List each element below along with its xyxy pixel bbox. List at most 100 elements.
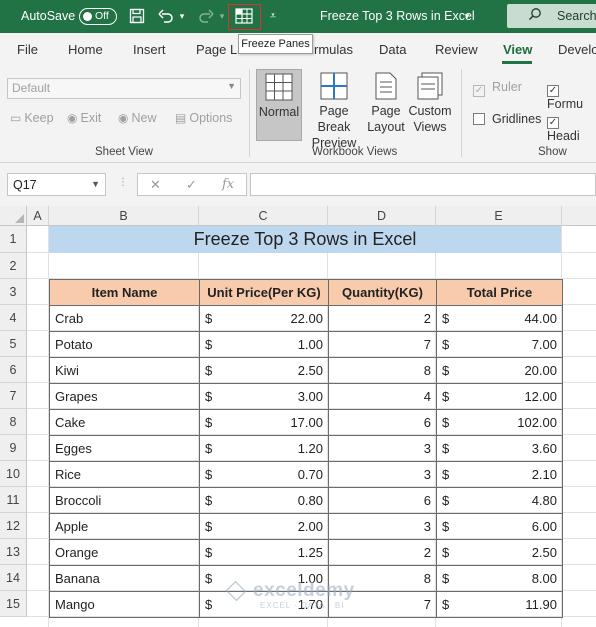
item-name-cell[interactable]: Cake <box>49 409 200 436</box>
exit-button[interactable]: ◉ Exit <box>67 111 101 125</box>
unit-price-cell[interactable]: $1.00 <box>199 331 329 358</box>
quantity-cell[interactable]: 4 <box>328 383 437 410</box>
item-name-cell[interactable]: Grapes <box>49 383 200 410</box>
customize-toolbar-icon[interactable]: ⩡ <box>266 6 280 26</box>
tab-review[interactable]: Review <box>435 42 478 57</box>
row-header-14[interactable]: 14 <box>0 565 27 591</box>
tab-insert[interactable]: Insert <box>133 42 166 57</box>
quantity-cell[interactable]: 3 <box>328 461 437 488</box>
insert-function-icon[interactable]: fx <box>222 177 234 192</box>
tab-data[interactable]: Data <box>379 42 406 57</box>
item-name-cell[interactable]: Kiwi <box>49 357 200 384</box>
sheet-title[interactable]: Freeze Top 3 Rows in Excel <box>49 226 561 253</box>
resize-handle-icon[interactable]: ⋮ <box>118 177 128 188</box>
row-header-6[interactable]: 6 <box>0 357 27 383</box>
row-header-13[interactable]: 13 <box>0 539 27 565</box>
row-header-8[interactable]: 8 <box>0 409 27 435</box>
select-all-button[interactable] <box>0 206 27 226</box>
column-header-a[interactable]: A <box>27 206 49 226</box>
total-price-cell[interactable]: $102.00 <box>436 409 563 436</box>
formula-bar-checkbox[interactable]: ✓Formu <box>547 80 596 111</box>
unit-price-cell[interactable]: $17.00 <box>199 409 329 436</box>
row-header-2[interactable]: 2 <box>0 253 27 279</box>
normal-view-button[interactable]: Normal <box>256 69 302 141</box>
header-item-name[interactable]: Item Name <box>49 279 200 306</box>
item-name-cell[interactable]: Banana <box>49 565 200 592</box>
redo-dropdown-icon[interactable]: ▾ <box>217 6 227 26</box>
total-price-cell[interactable]: $12.00 <box>436 383 563 410</box>
cancel-icon[interactable]: ✕ <box>150 177 161 193</box>
undo-dropdown-icon[interactable]: ▾ <box>177 6 187 26</box>
item-name-cell[interactable]: Apple <box>49 513 200 540</box>
gridlines-checkbox[interactable]: Gridlines <box>473 112 541 126</box>
quantity-cell[interactable]: 3 <box>328 435 437 462</box>
total-price-cell[interactable]: $2.10 <box>436 461 563 488</box>
tab-developer[interactable]: Develo <box>558 42 596 57</box>
item-name-cell[interactable]: Egges <box>49 435 200 462</box>
ruler-checkbox[interactable]: ✓ Ruler <box>473 80 522 97</box>
header-total-price[interactable]: Total Price <box>436 279 563 306</box>
quantity-cell[interactable]: 7 <box>328 331 437 358</box>
quantity-cell[interactable]: 6 <box>328 487 437 514</box>
redo-icon[interactable] <box>196 6 216 26</box>
quantity-cell[interactable]: 6 <box>328 409 437 436</box>
unit-price-cell[interactable]: $3.00 <box>199 383 329 410</box>
total-price-cell[interactable]: $6.00 <box>436 513 563 540</box>
quantity-cell[interactable]: 8 <box>328 357 437 384</box>
total-price-cell[interactable]: $44.00 <box>436 305 563 332</box>
enter-icon[interactable]: ✓ <box>186 177 197 193</box>
header-unit-price[interactable]: Unit Price(Per KG) <box>199 279 329 306</box>
column-header-b[interactable]: B <box>49 206 199 226</box>
header-quantity[interactable]: Quantity(KG) <box>328 279 437 306</box>
row-header-1[interactable]: 1 <box>0 226 27 253</box>
unit-price-cell[interactable]: $2.00 <box>199 513 329 540</box>
unit-price-cell[interactable]: $1.20 <box>199 435 329 462</box>
tab-formulas[interactable]: rmulas <box>314 42 353 57</box>
row-header-15[interactable]: 15 <box>0 591 27 617</box>
unit-price-cell[interactable]: $22.00 <box>199 305 329 332</box>
total-price-cell[interactable]: $2.50 <box>436 539 563 566</box>
unit-price-cell[interactable]: $1.25 <box>199 539 329 566</box>
row-header-5[interactable]: 5 <box>0 331 27 357</box>
undo-icon[interactable] <box>156 6 176 26</box>
tab-home[interactable]: Home <box>68 42 103 57</box>
total-price-cell[interactable]: $8.00 <box>436 565 563 592</box>
total-price-cell[interactable]: $7.00 <box>436 331 563 358</box>
worksheet-grid[interactable]: A B C D E 1 2 3 4 5 6 7 8 9 10 11 12 13 14 15 Freeze T… <box>0 206 596 627</box>
row-header-9[interactable]: 9 <box>0 435 27 461</box>
item-name-cell[interactable]: Crab <box>49 305 200 332</box>
item-name-cell[interactable]: Mango <box>49 591 200 618</box>
item-name-cell[interactable]: Potato <box>49 331 200 358</box>
new-button[interactable]: ◉ New <box>118 111 157 125</box>
item-name-cell[interactable]: Rice <box>49 461 200 488</box>
row-header-4[interactable]: 4 <box>0 305 27 331</box>
column-header-c[interactable]: C <box>199 206 328 226</box>
row-header-12[interactable]: 12 <box>0 513 27 539</box>
title-dropdown-icon[interactable]: ▾ <box>462 6 472 26</box>
page-layout-button[interactable]: Page Layout <box>366 69 406 141</box>
formula-input[interactable] <box>250 173 596 196</box>
tab-view[interactable]: View <box>503 42 532 57</box>
search-box[interactable]: Search <box>507 4 596 28</box>
unit-price-cell[interactable]: $2.50 <box>199 357 329 384</box>
column-header-d[interactable]: D <box>328 206 436 226</box>
tab-file[interactable]: File <box>17 42 38 57</box>
sheet-view-combo[interactable]: Default ▼ <box>7 78 241 99</box>
page-break-preview-button[interactable]: Page Break Preview <box>303 69 365 150</box>
column-header-e[interactable]: E <box>436 206 562 226</box>
total-price-cell[interactable]: $4.80 <box>436 487 563 514</box>
quantity-cell[interactable]: 2 <box>328 539 437 566</box>
keep-button[interactable]: ▭ Keep <box>10 111 54 125</box>
quantity-cell[interactable]: 3 <box>328 513 437 540</box>
item-name-cell[interactable]: Broccoli <box>49 487 200 514</box>
row-header-3[interactable]: 3 <box>0 279 27 305</box>
unit-price-cell[interactable]: $0.70 <box>199 461 329 488</box>
custom-views-button[interactable]: Custom Views <box>407 69 453 141</box>
item-name-cell[interactable]: Orange <box>49 539 200 566</box>
headings-checkbox[interactable]: ✓Headi <box>547 112 596 143</box>
total-price-cell[interactable]: $11.90 <box>436 591 563 618</box>
column-header-f[interactable] <box>562 206 596 226</box>
total-price-cell[interactable]: $3.60 <box>436 435 563 462</box>
quantity-cell[interactable]: 2 <box>328 305 437 332</box>
row-header-10[interactable]: 10 <box>0 461 27 487</box>
